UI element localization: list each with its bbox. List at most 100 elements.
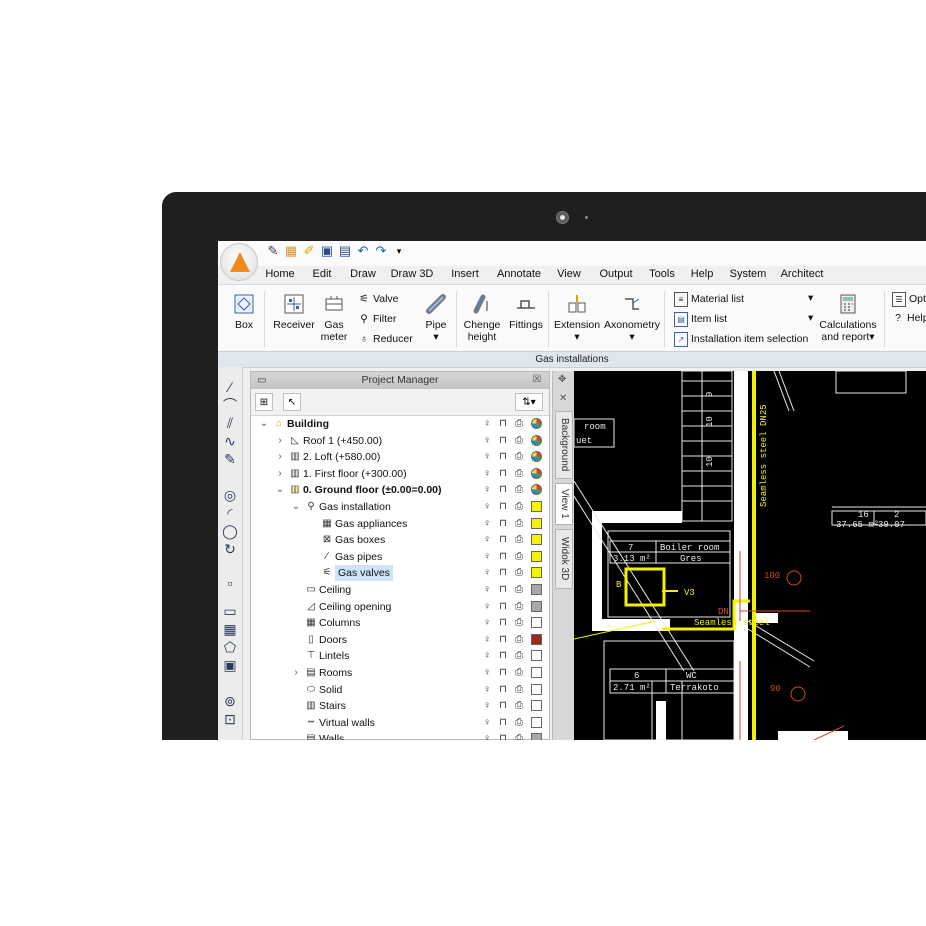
print-icon[interactable]: ⎙ (513, 450, 525, 464)
item-list-button[interactable]: ▤ Item list (674, 312, 727, 327)
visibility-icon[interactable]: ♀ (481, 467, 493, 481)
menu-draw[interactable]: Draw (342, 266, 384, 284)
tree-row[interactable]: ⁄ Gas pipes ♀ ⊓ ⎙ (251, 549, 549, 565)
axonometry-dropdown-icon[interactable]: ▾ (629, 331, 634, 343)
close-tabs-icon[interactable]: ✕ (559, 393, 567, 404)
tree-row[interactable]: ⊤ Lintels ♀ ⊓ ⎙ (251, 648, 549, 664)
menu-annotate[interactable]: Annotate (490, 266, 548, 284)
print-icon[interactable]: ⎙ (513, 467, 525, 481)
tab-background[interactable]: Background (555, 411, 573, 479)
valve-button[interactable]: ⚟ Valve (358, 293, 398, 306)
lock-icon[interactable]: ⊓ (497, 550, 509, 564)
add-level-icon[interactable]: ⊞ (255, 393, 273, 411)
new-icon[interactable]: ✎ (266, 244, 280, 258)
visibility-icon[interactable]: ♀ (481, 517, 493, 531)
extension-dropdown-icon[interactable]: ▾ (574, 331, 579, 343)
select-icon[interactable]: ↖ (283, 393, 301, 411)
menu-home[interactable]: Home (258, 266, 302, 284)
material-list-dropdown-icon[interactable]: ▾ (808, 292, 813, 305)
tree-row[interactable]: ▦ Columns ♀ ⊓ ⎙ (251, 615, 549, 631)
hatch-tool-icon[interactable]: ▦ (222, 621, 238, 637)
circle-tool-icon[interactable]: ◎ (222, 487, 238, 503)
color-swatch[interactable] (531, 716, 542, 728)
color-swatch[interactable] (531, 567, 542, 579)
menu-tools[interactable]: Tools (642, 266, 682, 284)
color-swatch[interactable] (531, 467, 542, 479)
print-icon[interactable]: ⎙ (513, 616, 525, 630)
tree-row[interactable]: ▯ Doors ♀ ⊓ ⎙ (251, 632, 549, 648)
close-icon[interactable]: ☒ (531, 374, 543, 386)
chevron-down-icon[interactable]: ⌄ (275, 482, 285, 498)
polyline-tool-icon[interactable]: ⌒ (222, 397, 238, 413)
color-swatch[interactable] (531, 534, 542, 546)
tab-3d[interactable]: Widok 3D (555, 529, 573, 589)
calculations-button[interactable]: Calculations and report▾ (816, 293, 880, 343)
lock-icon[interactable]: ⊓ (497, 467, 509, 481)
lock-icon[interactable]: ⊓ (497, 699, 509, 713)
print-icon[interactable]: ⎙ (513, 517, 525, 531)
tree-row[interactable]: › ▤ Rooms ♀ ⊓ ⎙ (251, 665, 549, 681)
options-button[interactable]: ☰ Opt (892, 292, 926, 307)
extension-button[interactable]: Extension ▾ (552, 293, 602, 343)
material-list-button[interactable]: ≡ Material list (674, 292, 744, 307)
color-swatch[interactable] (531, 484, 542, 496)
visibility-icon[interactable]: ♀ (481, 600, 493, 614)
lock-icon[interactable]: ⊓ (497, 566, 509, 580)
tree-row[interactable]: ⚟ Gas valves ♀ ⊓ ⎙ (251, 565, 549, 582)
line-tool-icon[interactable]: ∕ (222, 379, 238, 395)
point-tool-icon[interactable]: ▫ (222, 575, 238, 591)
menu-view[interactable]: View (548, 266, 590, 284)
chevron-right-icon[interactable]: › (275, 466, 285, 482)
pencil-tool-icon[interactable]: ✎ (222, 451, 238, 467)
polygon-tool-icon[interactable]: ⬠ (222, 639, 238, 655)
print-icon[interactable]: ⎙ (513, 683, 525, 697)
lock-icon[interactable]: ⊓ (497, 616, 509, 630)
qat-dropdown-icon[interactable]: ▾ (392, 244, 406, 258)
tree-row[interactable]: ⌄ ⌂ Building ♀ ⊓ ⎙ (251, 416, 549, 432)
menu-edit[interactable]: Edit (302, 266, 342, 284)
spline-tool-icon[interactable]: ∿ (222, 433, 238, 449)
undo-icon[interactable]: ↶ (356, 244, 370, 258)
print-icon[interactable]: ⎙ (513, 583, 525, 597)
visibility-icon[interactable]: ♀ (481, 417, 493, 431)
help-button[interactable]: ? Help (892, 312, 926, 325)
save-as-icon[interactable]: ▤ (338, 244, 352, 258)
visibility-icon[interactable]: ♀ (481, 616, 493, 630)
print-icon[interactable]: ⎙ (513, 483, 525, 497)
target-tool-icon[interactable]: ⊚ (222, 693, 238, 709)
color-swatch[interactable] (531, 633, 542, 645)
color-swatch[interactable] (531, 501, 542, 512)
rectangle-tool-icon[interactable]: ▭ (222, 603, 238, 619)
ellipse-tool-icon[interactable]: ◯ (222, 523, 238, 539)
visibility-icon[interactable]: ♀ (481, 699, 493, 713)
visibility-icon[interactable]: ♀ (481, 583, 493, 597)
gas-meter-button[interactable]: Gas meter (318, 293, 350, 343)
axonometry-button[interactable]: Axonometry ▾ (604, 293, 660, 343)
lock-icon[interactable]: ⊓ (497, 583, 509, 597)
color-swatch[interactable] (531, 700, 542, 712)
lock-icon[interactable]: ⊓ (497, 683, 509, 697)
color-swatch[interactable] (531, 451, 542, 463)
reducer-button[interactable]: ♁ Reducer (358, 333, 413, 346)
box-button[interactable]: Box (232, 293, 256, 331)
tree-row[interactable]: ⌄ ▥ 0. Ground floor (±0.00=0.00) ♀ ⊓ ⎙ (251, 482, 549, 498)
color-swatch[interactable] (531, 418, 542, 429)
color-swatch[interactable] (531, 667, 542, 678)
color-swatch[interactable] (531, 733, 542, 740)
visibility-icon[interactable]: ♀ (481, 633, 493, 647)
menu-help[interactable]: Help (682, 266, 722, 284)
print-icon[interactable]: ⎙ (513, 600, 525, 614)
lock-icon[interactable]: ⊓ (497, 732, 509, 740)
frame-tool-icon[interactable]: ▣ (222, 657, 238, 673)
tree-row[interactable]: ⌄ ⚲ Gas installation ♀ ⊓ ⎙ (251, 499, 549, 515)
visibility-icon[interactable]: ♀ (481, 716, 493, 730)
save-icon[interactable]: ▣ (320, 244, 334, 258)
visibility-icon[interactable]: ♀ (481, 483, 493, 497)
print-icon[interactable]: ⎙ (513, 633, 525, 647)
cad-viewport[interactable]: room uet 7 Boiler room 3.13 m² Gres 6 WC… (574, 371, 926, 740)
open-icon[interactable]: ▦ (284, 244, 298, 258)
print-icon[interactable]: ⎙ (513, 533, 525, 547)
visibility-icon[interactable]: ♀ (481, 500, 493, 514)
print-icon[interactable]: ⎙ (513, 500, 525, 514)
tree-row[interactable]: ◿ Ceiling opening ♀ ⊓ ⎙ (251, 599, 549, 615)
